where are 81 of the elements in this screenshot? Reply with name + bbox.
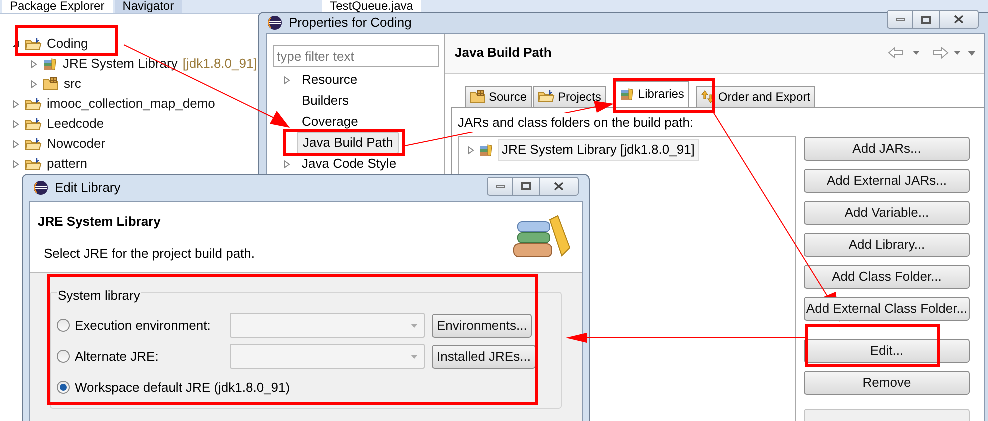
tree-item[interactable]: src	[64, 74, 82, 94]
back-forward-icon[interactable]	[888, 47, 978, 59]
action-button[interactable]: Add JARs...	[804, 137, 970, 161]
radio-label[interactable]: Alternate JRE:	[75, 346, 225, 366]
action-button[interactable]: Add External Class Folder...	[804, 297, 970, 321]
folder-icon	[25, 156, 42, 172]
tree-item[interactable]: Nowcoder	[47, 134, 106, 154]
expand-icon[interactable]	[30, 60, 38, 68]
tab[interactable]: Order and Export	[696, 86, 816, 106]
expand-icon[interactable]	[283, 76, 291, 84]
package-folder-icon	[470, 90, 486, 104]
books-icon	[43, 58, 58, 70]
radio-button[interactable]	[57, 381, 70, 394]
maximize-button[interactable]	[913, 10, 939, 30]
close-button[interactable]	[539, 176, 579, 196]
tab[interactable]: Libraries	[615, 80, 690, 106]
expand-icon[interactable]	[12, 120, 20, 128]
tab[interactable]: Projects	[533, 86, 606, 106]
minimize-button[interactable]	[887, 10, 913, 30]
library-entry[interactable]: JRE System Library [jdk1.8.0_91]	[498, 139, 699, 161]
dropdown-arrow-icon	[411, 324, 418, 328]
action-button[interactable]: Remove	[804, 371, 970, 395]
close-icon	[554, 182, 564, 190]
folder-icon	[538, 89, 556, 104]
action-button[interactable]: Add Variable...	[804, 201, 970, 225]
books-icon	[479, 144, 494, 156]
tree-item-decoration: [jdk1.8.0_91]	[182, 55, 258, 74]
action-button[interactable]: Environments...	[432, 314, 532, 338]
radio-button[interactable]	[57, 319, 70, 332]
minimize-button[interactable]	[487, 176, 513, 196]
preference-item[interactable]: Java Code Style	[297, 154, 402, 174]
expand-icon[interactable]	[12, 100, 20, 108]
window-title: Properties for Coding	[289, 14, 413, 32]
dialog-description: Select JRE for the project build path.	[43, 244, 256, 263]
action-button[interactable]: Add External JARs...	[804, 169, 970, 193]
radio-label[interactable]: Execution environment:	[75, 316, 225, 336]
action-button[interactable]: Installed JREs...	[432, 344, 536, 368]
close-button[interactable]	[939, 10, 979, 30]
close-icon	[954, 15, 964, 24]
group-label: System library	[57, 288, 142, 303]
preference-item[interactable]: Java Build Path	[297, 132, 400, 154]
expand-icon[interactable]	[30, 80, 38, 88]
expand-icon[interactable]	[283, 160, 291, 168]
dialog-heading: JRE System Library	[38, 213, 162, 231]
preference-item[interactable]: Resource	[297, 70, 363, 90]
action-button[interactable]: Add Library...	[804, 233, 970, 257]
list-caption: JARs and class folders on the build path:	[458, 112, 694, 132]
tree-item[interactable]: pattern	[47, 154, 88, 174]
filter-field[interactable]: type filter text	[273, 45, 439, 67]
dropdown-field[interactable]	[230, 344, 425, 369]
folder-icon	[25, 36, 42, 52]
folder-icon	[25, 136, 42, 152]
preference-item[interactable]: Coverage	[297, 112, 364, 132]
folder-icon	[25, 96, 42, 112]
editor-tab[interactable]: TestQueue.java	[322, 0, 422, 13]
maximize-button[interactable]	[513, 176, 539, 196]
view-tab[interactable]: Navigator	[114, 0, 182, 13]
books-icon	[620, 88, 636, 100]
action-button[interactable]: Edit...	[804, 339, 970, 363]
expand-icon[interactable]	[467, 146, 475, 154]
up-down-arrows-icon	[701, 90, 716, 104]
radio-button[interactable]	[57, 350, 70, 363]
eclipse-icon	[33, 180, 49, 196]
radio-label[interactable]: Workspace default JRE (jdk1.8.0_91)	[75, 378, 290, 398]
tree-item[interactable]: Coding	[47, 34, 88, 54]
tree-item[interactable]: Leedcode	[47, 114, 104, 134]
eclipse-icon	[267, 14, 283, 31]
collapse-icon[interactable]	[12, 40, 20, 48]
folder-icon	[25, 116, 42, 132]
page-title: Java Build Path	[455, 44, 553, 62]
window-title: Edit Library	[55, 179, 122, 198]
view-tab[interactable]: Package Explorer	[2, 0, 113, 13]
preference-item[interactable]: Builders	[297, 91, 354, 111]
action-button[interactable]: Add Class Folder...	[804, 265, 970, 289]
dropdown-arrow-icon	[411, 354, 418, 358]
expand-icon[interactable]	[12, 160, 20, 168]
tree-item[interactable]: imooc_collection_map_demo	[47, 94, 216, 114]
tab[interactable]: Source	[465, 86, 532, 106]
package-folder-icon	[43, 77, 59, 91]
dropdown-field[interactable]	[230, 313, 425, 338]
expand-icon[interactable]	[12, 140, 20, 148]
